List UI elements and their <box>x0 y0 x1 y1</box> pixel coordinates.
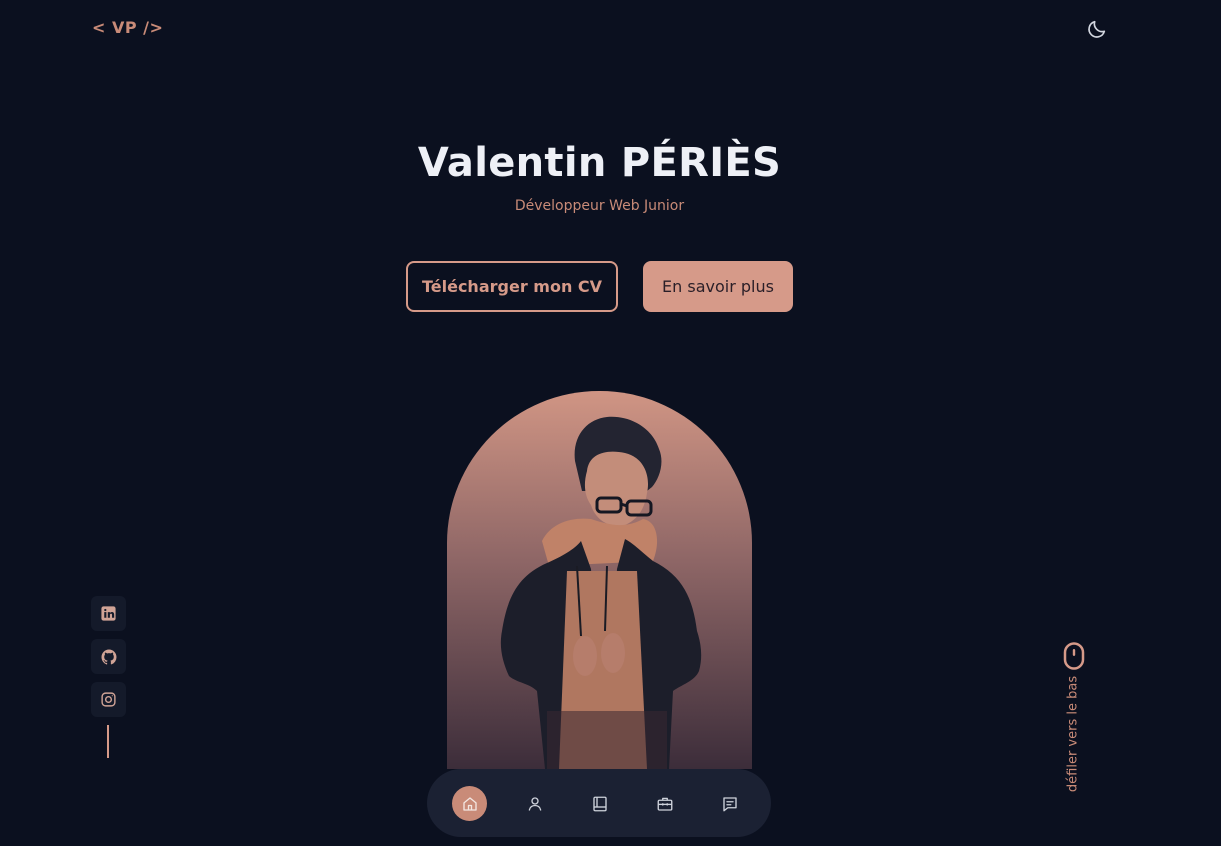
home-icon <box>462 796 477 811</box>
nav-home[interactable] <box>452 786 487 821</box>
mouse-icon <box>1063 642 1085 670</box>
nav-skills[interactable] <box>582 786 617 821</box>
theme-toggle-button[interactable] <box>1086 18 1108 40</box>
message-icon <box>722 796 737 811</box>
profile-silhouette <box>500 416 702 769</box>
linkedin-icon <box>101 606 116 621</box>
github-link[interactable] <box>91 639 126 674</box>
learn-more-button[interactable]: En savoir plus <box>643 261 793 312</box>
github-icon <box>101 649 117 664</box>
site-logo[interactable]: < VP /> <box>92 18 163 37</box>
nav-portfolio[interactable] <box>647 786 682 821</box>
instagram-link[interactable] <box>91 682 126 717</box>
briefcase-icon <box>657 797 672 811</box>
hero-role: Développeur Web Junior <box>514 198 685 214</box>
linkedin-link[interactable] <box>91 596 126 631</box>
profile-portrait <box>447 391 752 769</box>
scroll-down-label: défiler vers le bas <box>1065 675 1081 793</box>
book-icon <box>592 796 607 811</box>
hero-name: Valentin PÉRIÈS <box>417 140 782 186</box>
social-divider-line <box>107 725 109 758</box>
user-icon <box>528 796 541 811</box>
download-cv-button[interactable]: Télécharger mon CV <box>406 261 618 312</box>
instagram-icon <box>101 692 116 707</box>
bottom-navigation <box>427 769 771 837</box>
nav-contact[interactable] <box>712 786 747 821</box>
page: < VP /> Valentin PÉRIÈS Développeur Web … <box>0 0 1221 846</box>
nav-about[interactable] <box>517 786 552 821</box>
moon-icon <box>1088 20 1106 38</box>
social-links <box>91 596 126 758</box>
